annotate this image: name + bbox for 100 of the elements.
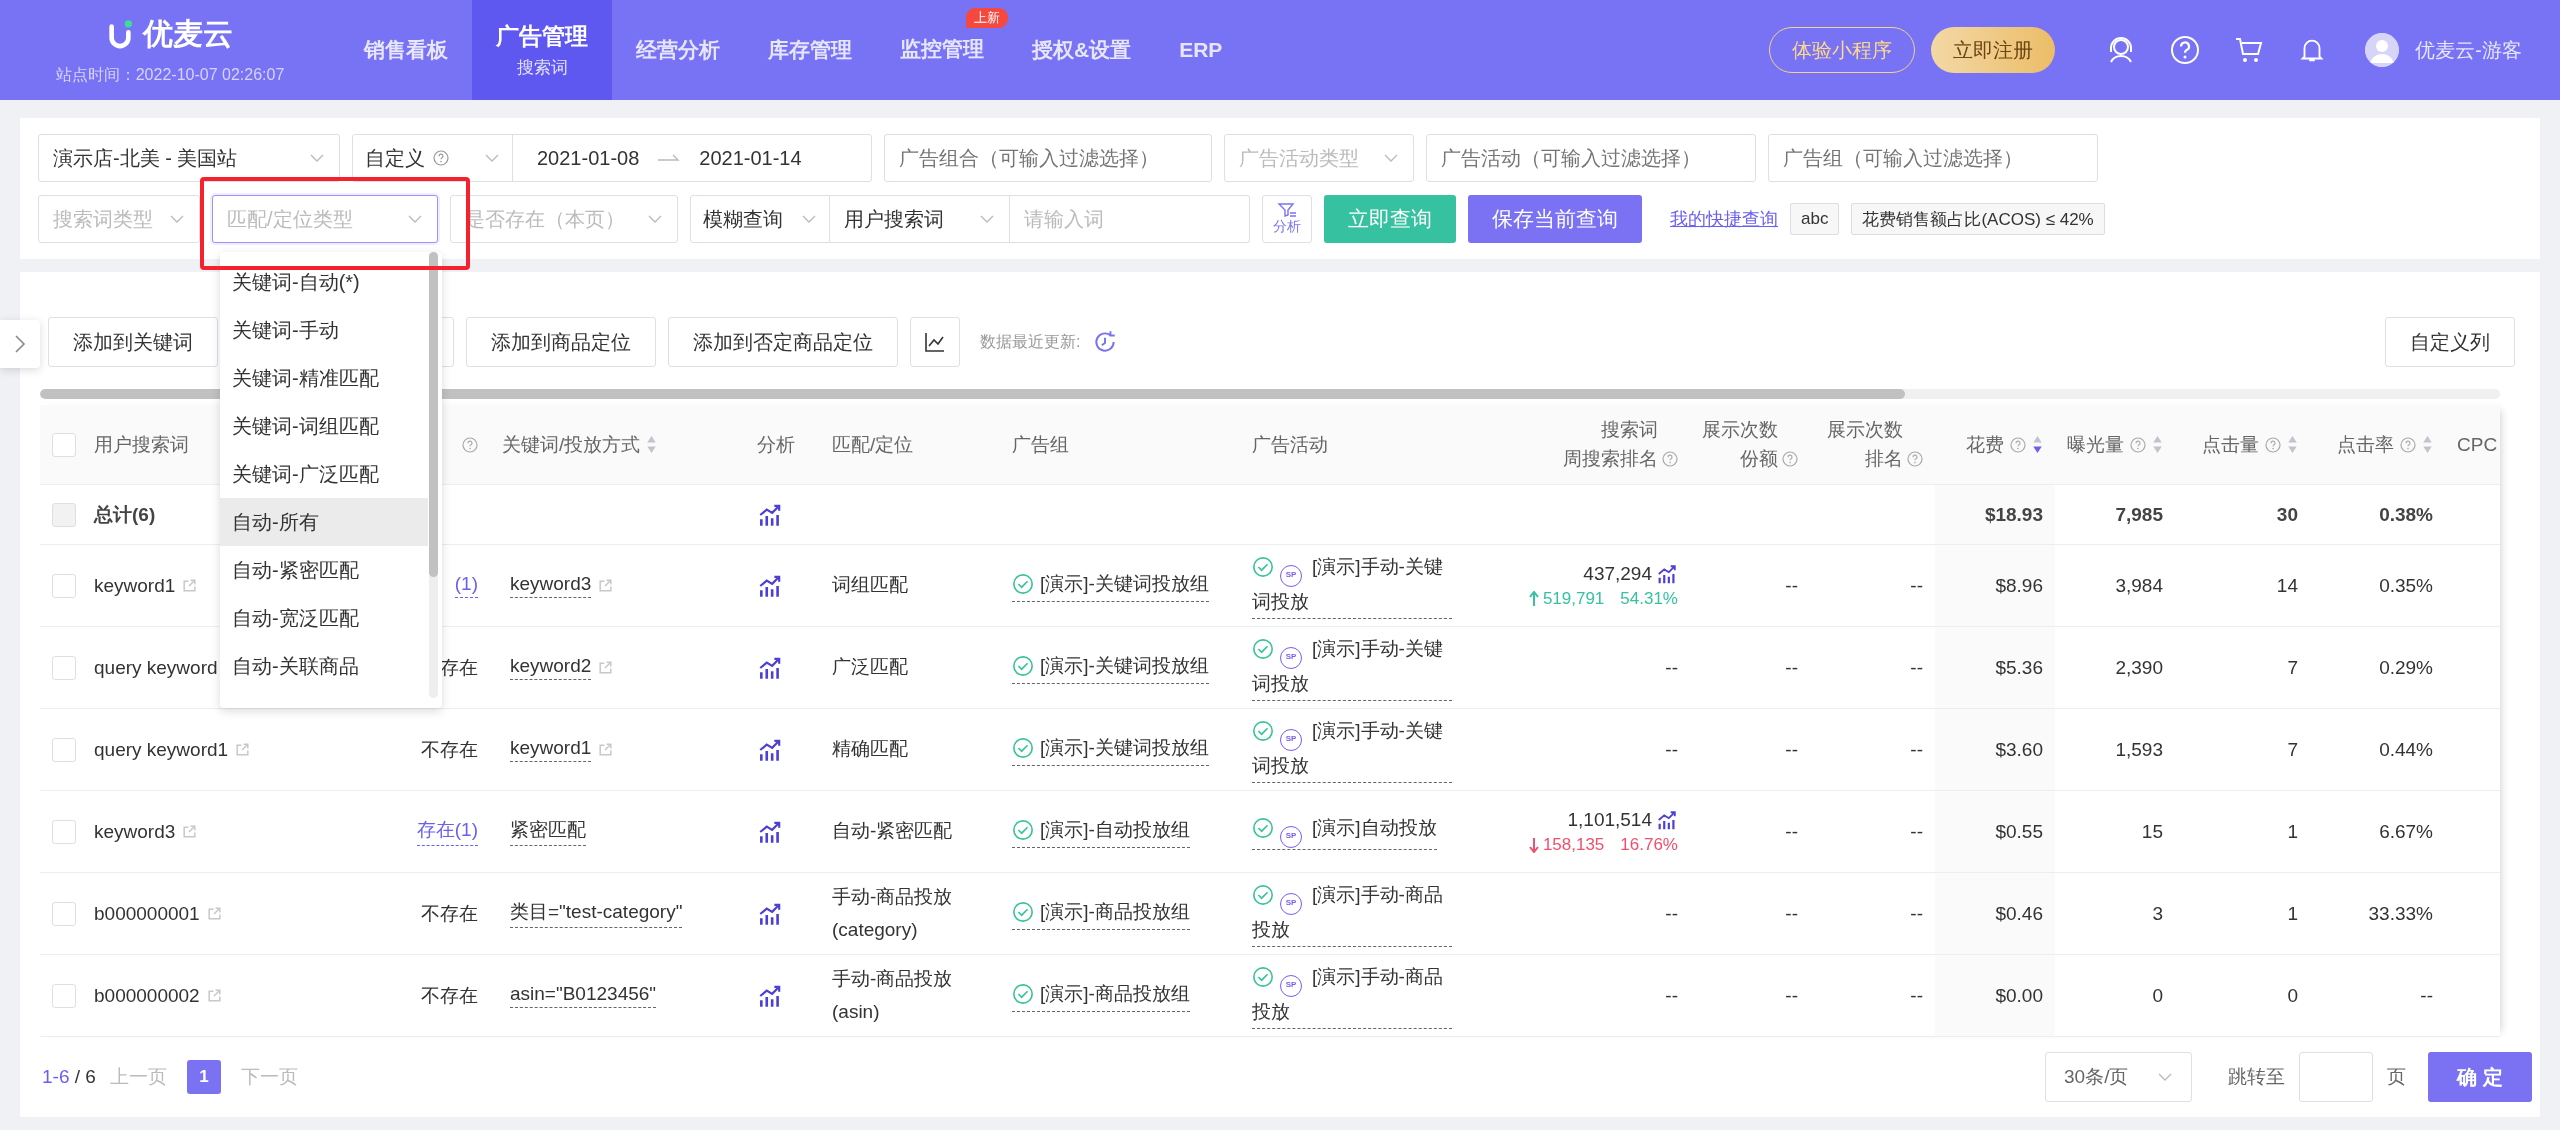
save-query-button[interactable]: 保存当前查询 xyxy=(1468,195,1642,243)
ad-group-link[interactable]: [演示]-商品投放组 xyxy=(1012,897,1190,930)
metric-value: 1 xyxy=(2287,902,2298,925)
search-input[interactable]: 请输入词 xyxy=(1010,195,1250,243)
dropdown-option[interactable]: 自动-所有 xyxy=(220,498,428,546)
scrollbar[interactable] xyxy=(429,252,438,698)
external-link-icon[interactable] xyxy=(234,741,252,758)
column-header: 广告组 xyxy=(1012,432,1069,457)
sort-icon[interactable] xyxy=(2032,435,2043,454)
help-icon[interactable] xyxy=(462,436,478,453)
dropdown-option[interactable]: 自动-紧密匹配 xyxy=(220,546,428,594)
page-number[interactable]: 1 xyxy=(186,1060,221,1094)
select-all-checkbox[interactable] xyxy=(52,432,76,457)
external-link-icon[interactable] xyxy=(181,823,199,840)
metric-value: -- xyxy=(2420,984,2433,1007)
metric-value: $5.36 xyxy=(1995,656,2043,679)
external-link-icon[interactable] xyxy=(597,577,615,594)
row-checkbox[interactable] xyxy=(52,655,76,680)
campaign-link[interactable]: SP [演示]手动-关键词投放 xyxy=(1252,716,1452,783)
row-checkbox[interactable] xyxy=(52,901,76,926)
action-button[interactable]: 添加到否定商品定位 xyxy=(668,317,898,367)
help-icon[interactable] xyxy=(1782,450,1798,467)
campaign-link[interactable]: SP [演示]自动投放 xyxy=(1252,813,1437,850)
keyword-link[interactable]: keyword2 xyxy=(510,655,592,680)
campaign-link[interactable]: SP [演示]手动-商品投放 xyxy=(1252,880,1452,947)
ad-group-link[interactable]: [演示]-关键词投放组 xyxy=(1012,733,1209,766)
logo-icon xyxy=(107,18,133,51)
ad-group-link[interactable]: [演示]-关键词投放组 xyxy=(1012,569,1209,602)
metric-value: $0.46 xyxy=(1995,902,2043,925)
metric-value: $8.96 xyxy=(1995,574,2043,597)
confirm-button[interactable]: 确 定 xyxy=(2428,1052,2532,1102)
saved-query-tag[interactable]: 花费销售额占比(ACOS) ≤ 42% xyxy=(1851,203,2105,235)
exists-link[interactable]: 存在(1) xyxy=(416,817,478,846)
action-button[interactable]: 添加到关键词 xyxy=(48,317,218,367)
trend-chart-icon[interactable] xyxy=(1656,808,1678,831)
analyze-button[interactable]: 分析 xyxy=(1262,195,1312,243)
dropdown-option[interactable]: 关键词-手动 xyxy=(220,306,428,354)
row-checkbox[interactable] xyxy=(52,983,76,1008)
page-total: / 6 xyxy=(74,1066,96,1087)
avatar-icon[interactable] xyxy=(2365,33,2400,67)
dropdown-option[interactable]: 关键词-广泛匹配 xyxy=(220,450,428,498)
campaign-link[interactable]: SP [演示]手动-关键词投放 xyxy=(1252,634,1452,701)
external-link-icon[interactable] xyxy=(181,577,199,594)
search-term: keyword1 xyxy=(94,574,176,597)
external-link-icon[interactable] xyxy=(205,905,223,922)
campaign-link[interactable]: SP [演示]手动-关键词投放 xyxy=(1252,552,1452,619)
customize-columns-button[interactable]: 自定义列 xyxy=(2385,317,2515,367)
match-mode-select[interactable]: 模糊查询 xyxy=(690,195,830,243)
expand-sidebar-button[interactable] xyxy=(0,320,40,368)
action-button[interactable]: 添加到商品定位 xyxy=(466,317,656,367)
register-button[interactable]: 立即注册 xyxy=(1931,27,2056,73)
help-icon[interactable] xyxy=(2400,436,2416,453)
external-link-icon[interactable] xyxy=(597,741,615,758)
metric-value: $0.00 xyxy=(1995,984,2043,1007)
dropdown-option[interactable]: 自动-关联商品 xyxy=(220,642,428,690)
help-icon[interactable] xyxy=(2265,436,2281,453)
campaign-link[interactable]: SP [演示]手动-商品投放 xyxy=(1252,962,1452,1029)
filter-input[interactable]: 广告活动（可输入过滤选择） xyxy=(1426,134,1756,182)
metric-value: -- xyxy=(1910,574,1923,597)
row-checkbox[interactable] xyxy=(52,819,76,844)
dropdown-option[interactable]: 关键词-自动(*) xyxy=(220,258,428,306)
external-link-icon[interactable] xyxy=(205,987,223,1004)
keyword-link[interactable]: 紧密匹配 xyxy=(510,817,586,846)
search-rank: -- xyxy=(1665,656,1678,679)
dropdown-option[interactable]: 自动-宽泛匹配 xyxy=(220,594,428,642)
page-size-select[interactable]: 30条/页 xyxy=(2045,1052,2192,1102)
check-circle-icon xyxy=(1012,819,1034,842)
logo-text[interactable]: 优麦云 xyxy=(143,14,233,55)
keyword-link[interactable]: keyword3 xyxy=(510,573,592,598)
help-icon[interactable] xyxy=(2130,436,2146,453)
ad-group-link[interactable]: [演示]-自动投放组 xyxy=(1012,815,1190,848)
external-link-icon[interactable] xyxy=(597,659,615,676)
keyword-link[interactable]: keyword1 xyxy=(510,737,592,762)
saved-query-tag[interactable]: abc xyxy=(1790,203,1840,235)
page-input[interactable] xyxy=(2299,1052,2373,1102)
row-checkbox[interactable] xyxy=(52,573,76,598)
help-icon[interactable] xyxy=(1662,450,1678,467)
scrollbar[interactable] xyxy=(40,389,2500,399)
quick-query-link[interactable]: 我的快捷查询 xyxy=(1670,207,1778,231)
metric-value: 15 xyxy=(2141,820,2163,843)
dropdown-option[interactable]: 关键词-词组匹配 xyxy=(220,402,428,450)
filter-input[interactable]: 广告组合（可输入过滤选择） xyxy=(884,134,1212,182)
select-field[interactable]: 演示店-北美 - 美国站 xyxy=(38,134,340,182)
keyword-link[interactable]: asin="B0123456" xyxy=(510,983,657,1008)
trend-chart-icon[interactable] xyxy=(1656,562,1678,585)
filter-input[interactable]: 广告组（可输入过滤选择） xyxy=(1768,134,2098,182)
ad-group-link[interactable]: [演示]-关键词投放组 xyxy=(1012,651,1209,684)
search-rank: -- xyxy=(1665,902,1678,925)
keyword-link[interactable]: 类目="test-category" xyxy=(510,899,683,928)
exists-link[interactable]: (1) xyxy=(454,573,478,598)
search-field-select[interactable]: 用户搜索词 xyxy=(830,195,1010,243)
ad-group-link[interactable]: [演示]-商品投放组 xyxy=(1012,979,1190,1012)
help-icon[interactable] xyxy=(2169,34,2202,66)
chart-button[interactable] xyxy=(910,317,960,367)
help-icon[interactable] xyxy=(1907,450,1923,467)
nav-menu-item[interactable]: 广告管理 搜索词 xyxy=(472,0,612,100)
help-icon[interactable] xyxy=(2010,436,2026,453)
search-term: b000000002 xyxy=(94,984,200,1007)
dropdown-option[interactable]: 关键词-精准匹配 xyxy=(220,354,428,402)
row-checkbox[interactable] xyxy=(52,737,76,762)
